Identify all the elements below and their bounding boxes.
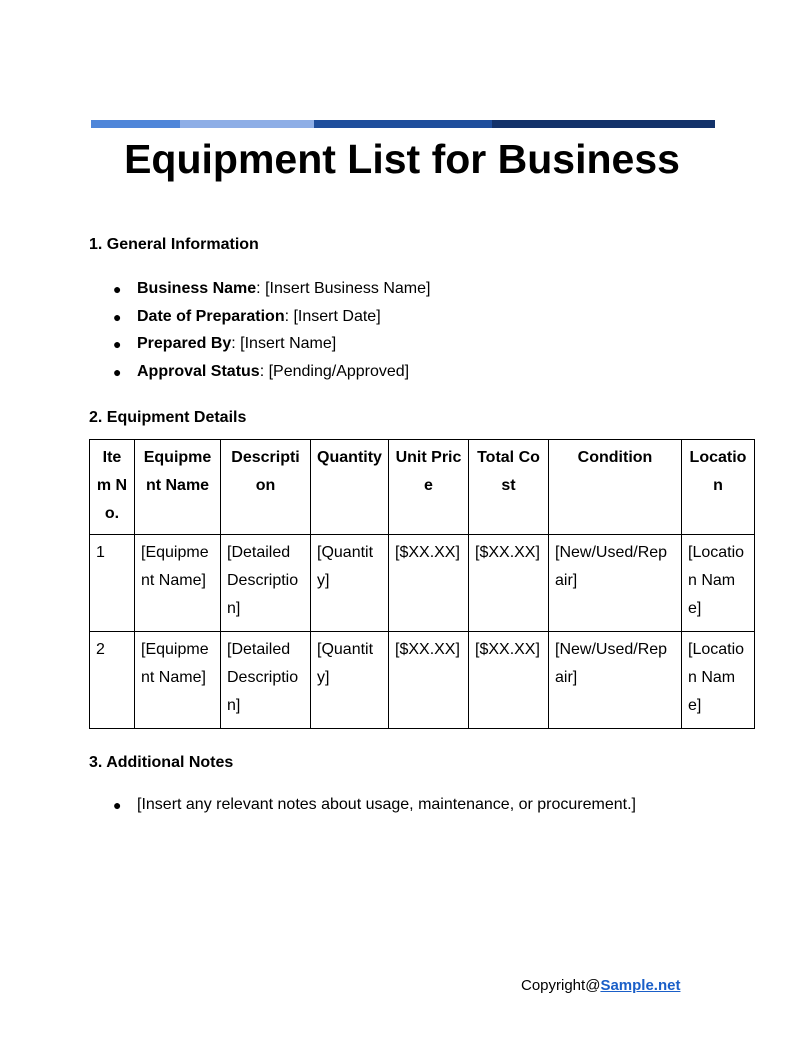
cell-unit-price: [$XX.XX] [388,534,469,632]
cell-location: [Location Name] [681,631,755,729]
list-item: ● Date of Preparation: [Insert Date] [89,308,430,336]
column-header: Total Cost [468,439,549,535]
column-header: Description [220,439,311,535]
field-label: Business Name [137,280,257,297]
cell-quantity: [Quantity] [310,534,389,632]
cell-total-cost: [$XX.XX] [468,631,549,729]
band-segment-3 [314,120,492,128]
table-row: 2 [Equipment Name] [Detailed Description… [89,631,755,729]
sample-net-link[interactable]: Sample.net [600,977,680,994]
bullet-icon: ● [113,363,122,380]
copyright-prefix: Copyright@ [521,977,601,994]
column-header: Item No. [89,439,135,535]
header-color-band [91,120,715,128]
list-item: ● [Insert any relevant notes about usage,… [89,796,636,824]
list-item: ● Prepared By: [Insert Name] [89,335,430,363]
field-value: : [Insert Business Name] [256,280,431,297]
cell-item-no: 2 [89,631,135,729]
table-row: 1 [Equipment Name] [Detailed Description… [89,534,755,632]
note-text: [Insert any relevant notes about usage, … [137,796,636,813]
section-heading-details: 2. Equipment Details [89,409,247,426]
bullet-icon: ● [113,281,122,297]
field-label: Date of Preparation [137,307,285,325]
bullet-icon: ● [113,336,122,352]
table-header-row: Item No. Equipment Name Description Quan… [89,439,755,535]
cell-unit-price: [$XX.XX] [388,631,469,729]
list-item: ● Business Name: [Insert Business Name] [89,280,430,308]
cell-quantity: [Quantity] [310,631,389,729]
general-info-list: ● Business Name: [Insert Business Name] ●… [89,280,430,390]
field-value: : [Insert Date] [284,307,381,325]
cell-item-no: 1 [89,534,135,632]
equipment-table: Item No. Equipment Name Description Quan… [89,439,755,729]
field-label: Prepared By [137,335,232,352]
footer-copyright: Copyright@Sample.net [521,977,680,994]
cell-total-cost: [$XX.XX] [468,534,549,632]
cell-location: [Location Name] [681,534,755,632]
section-heading-general: 1. General Information [89,236,259,253]
cell-condition: [New/Used/Repair] [548,534,682,632]
bullet-icon: ● [113,308,122,325]
column-header: Unit Price [388,439,469,535]
list-item: ● Approval Status: [Pending/Approved] [89,363,430,391]
column-header: Equipment Name [134,439,221,535]
column-header: Location [681,439,755,535]
cell-equipment-name: [Equipment Name] [134,631,221,729]
column-header: Quantity [310,439,389,535]
cell-description: [Detailed Description] [220,631,311,729]
cell-description: [Detailed Description] [220,534,311,632]
band-segment-1 [91,120,180,128]
cell-condition: [New/Used/Repair] [548,631,682,729]
notes-list: ● [Insert any relevant notes about usage,… [89,796,636,824]
band-segment-2 [180,120,314,128]
cell-equipment-name: [Equipment Name] [134,534,221,632]
column-header: Condition [548,439,682,535]
section-heading-notes: 3. Additional Notes [89,754,234,771]
band-segment-4 [492,120,715,128]
field-label: Approval Status [137,362,260,380]
bullet-icon: ● [113,797,122,813]
field-value: : [Insert Name] [231,335,337,352]
field-value: : [Pending/Approved] [259,362,410,380]
page-title: Equipment List for Business [124,136,680,182]
